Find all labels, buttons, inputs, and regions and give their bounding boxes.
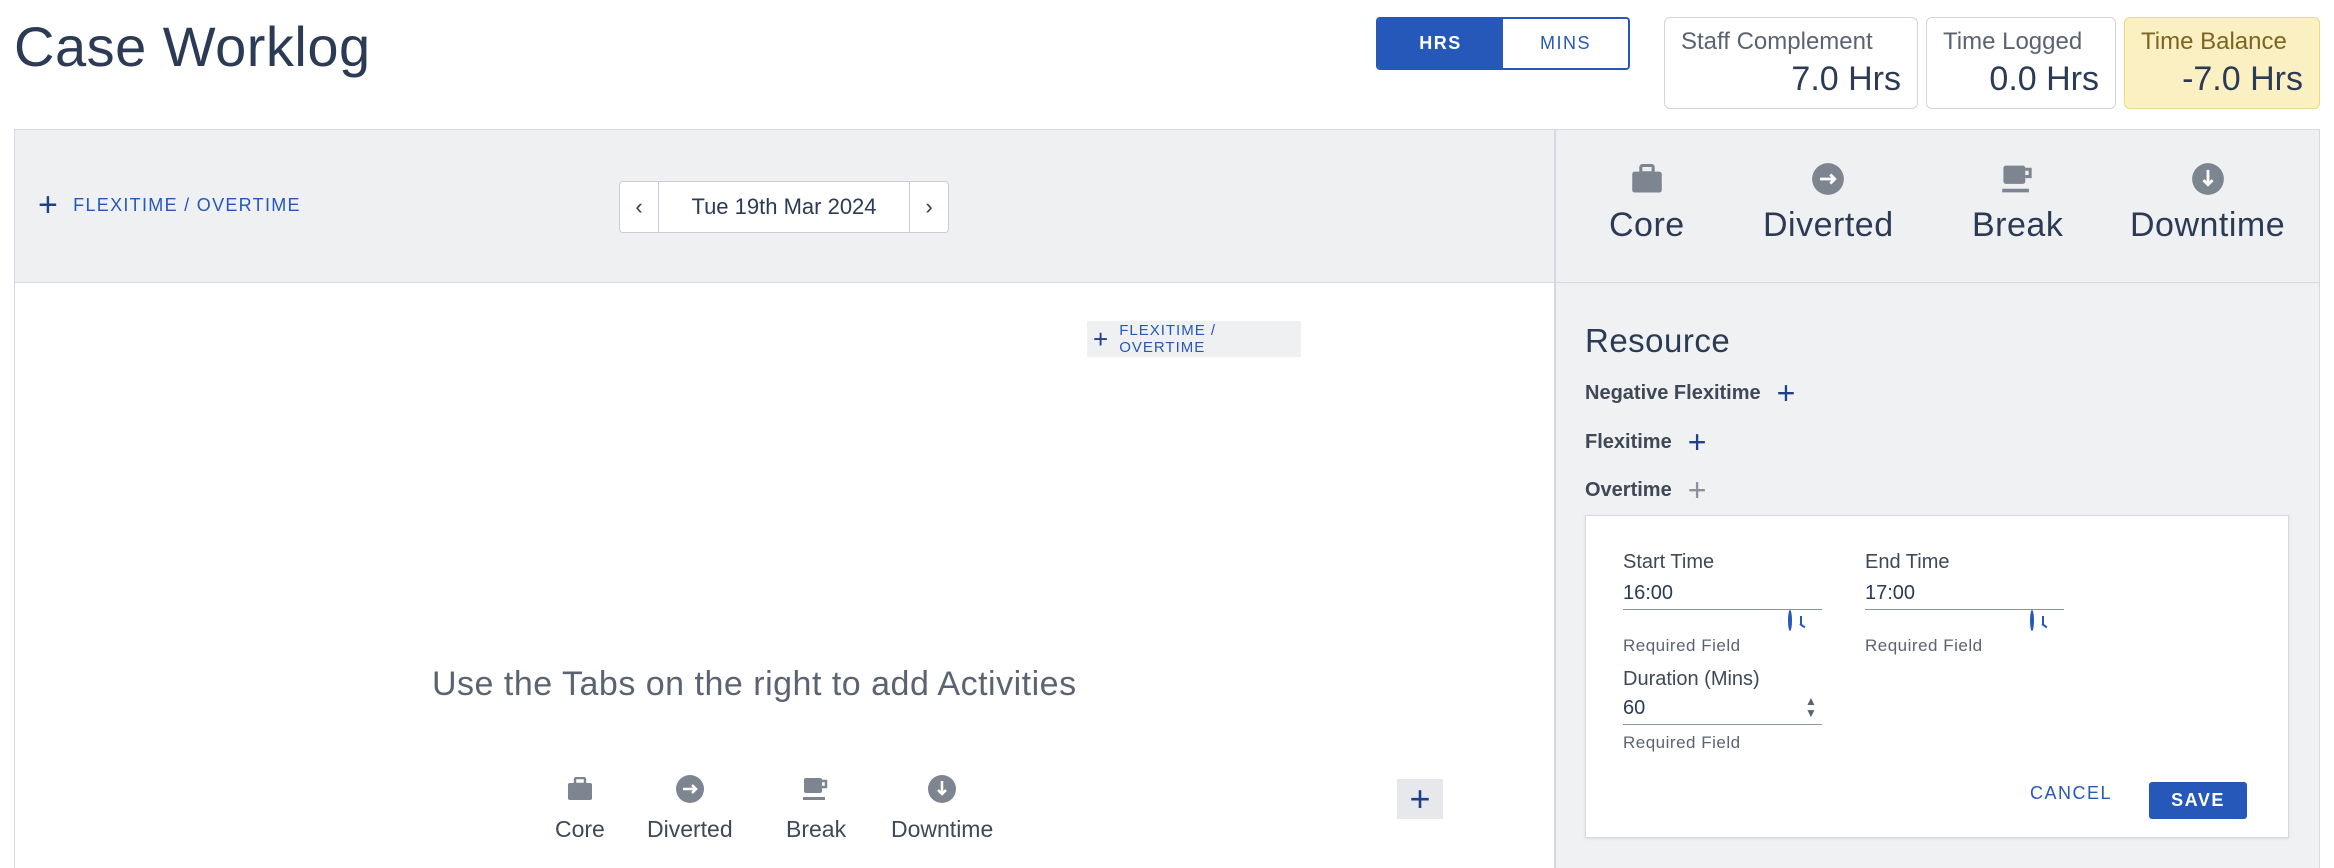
bottom-tab-diverted-label: Diverted	[647, 816, 733, 842]
inline-flexitime-label: FLEXITIME / OVERTIME	[1119, 322, 1217, 356]
add-flexitime-overtime-label: FLEXITIME / OVERTIME	[73, 194, 301, 215]
staff-complement-label: Staff Complement	[1681, 28, 1873, 55]
start-time-input[interactable]	[1623, 578, 1822, 610]
previous-date-button[interactable]: ‹	[620, 182, 658, 232]
end-time-field: End Time Required Field	[1865, 551, 2064, 656]
add-flexitime-overtime-link[interactable]: + FLEXITIME / OVERTIME	[38, 188, 301, 222]
time-logged-label: Time Logged	[1943, 28, 2083, 55]
unit-toggle: HRS MINS	[1376, 17, 1630, 70]
time-balance-card: Time Balance -7.0 Hrs	[2124, 17, 2320, 109]
staff-complement-value: 7.0 Hrs	[1791, 60, 1901, 98]
resource-overtime: Overtime +	[1585, 474, 1706, 506]
arrow-down-circle-icon	[2191, 162, 2225, 196]
stepper-icon[interactable]: ▲ ▼	[1805, 695, 1817, 719]
add-negative-flexitime-button[interactable]: +	[1777, 377, 1796, 409]
resource-flexitime-label: Flexitime	[1585, 430, 1672, 453]
duration-label: Duration (Mins)	[1623, 668, 1760, 690]
time-balance-value: -7.0 Hrs	[2182, 60, 2303, 98]
time-logged-card: Time Logged 0.0 Hrs	[1926, 17, 2116, 109]
duration-input[interactable]	[1623, 693, 1822, 725]
cancel-button[interactable]: CANCEL	[2030, 783, 2112, 804]
bottom-tab-diverted[interactable]: Diverted	[647, 772, 733, 843]
duration-help: Required Field	[1623, 733, 1741, 752]
add-overtime-button[interactable]: +	[1688, 474, 1707, 506]
add-flexitime-button[interactable]: +	[1688, 426, 1707, 458]
time-balance-label: Time Balance	[2141, 28, 2287, 55]
briefcase-icon	[563, 772, 597, 806]
chevron-left-icon: ‹	[635, 194, 643, 219]
staff-complement-card: Staff Complement 7.0 Hrs	[1664, 17, 1918, 109]
tab-break[interactable]: Break	[1972, 162, 2063, 245]
time-logged-value: 0.0 Hrs	[1989, 60, 2099, 98]
arrow-right-circle-icon	[1811, 162, 1845, 196]
tab-diverted[interactable]: Diverted	[1763, 162, 1894, 245]
resource-negative-flexitime: Negative Flexitime +	[1585, 377, 1795, 409]
selected-date[interactable]: Tue 19th Mar 2024	[658, 182, 910, 232]
tab-core[interactable]: Core	[1609, 162, 1685, 245]
start-time-label: Start Time	[1623, 551, 1715, 573]
resource-negative-flexitime-label: Negative Flexitime	[1585, 381, 1761, 404]
duration-field: Duration (Mins) ▲▼ Required Field	[1623, 668, 1822, 753]
end-time-label: End Time	[1865, 551, 1950, 573]
tab-core-label: Core	[1609, 206, 1685, 244]
bottom-tab-downtime[interactable]: Downtime	[891, 772, 993, 843]
bottom-tab-core[interactable]: Core	[555, 772, 605, 843]
next-date-button[interactable]: ›	[910, 182, 948, 232]
tab-diverted-label: Diverted	[1763, 206, 1894, 244]
tab-downtime[interactable]: Downtime	[2130, 162, 2285, 245]
inline-add-flexitime-button[interactable]: + FLEXITIME / OVERTIME	[1087, 321, 1301, 357]
coffee-cup-icon	[799, 772, 833, 806]
start-time-help: Required Field	[1623, 636, 1741, 655]
end-time-help: Required Field	[1865, 636, 1983, 655]
briefcase-icon	[1630, 162, 1664, 196]
start-time-field: Start Time Required Field	[1623, 551, 1822, 656]
add-activity-button[interactable]: +	[1397, 778, 1443, 819]
bottom-tab-downtime-label: Downtime	[891, 816, 994, 842]
plus-icon: +	[38, 186, 60, 224]
bottom-tab-core-label: Core	[555, 816, 605, 842]
page-title: Case Worklog	[14, 15, 371, 78]
hrs-toggle-button[interactable]: HRS	[1378, 19, 1503, 68]
arrow-right-circle-icon	[673, 772, 707, 806]
coffee-cup-icon	[2001, 162, 2035, 196]
clock-icon[interactable]	[1788, 610, 1792, 631]
arrow-down-circle-icon	[925, 772, 959, 806]
empty-state-message: Use the Tabs on the right to add Activit…	[432, 665, 1077, 703]
tab-downtime-label: Downtime	[2130, 206, 2286, 244]
resource-title: Resource	[1585, 322, 1731, 359]
save-button[interactable]: SAVE	[2149, 782, 2247, 819]
end-time-input[interactable]	[1865, 578, 2064, 610]
plus-icon: +	[1409, 778, 1431, 819]
mins-toggle-button[interactable]: MINS	[1503, 19, 1628, 68]
clock-icon[interactable]	[2030, 610, 2034, 631]
resource-overtime-label: Overtime	[1585, 478, 1672, 501]
tab-break-label: Break	[1972, 206, 2064, 244]
plus-icon: +	[1093, 324, 1110, 354]
resource-flexitime: Flexitime +	[1585, 426, 1706, 458]
bottom-tab-break[interactable]: Break	[786, 772, 846, 843]
chevron-right-icon: ›	[925, 194, 933, 219]
bottom-tab-break-label: Break	[786, 816, 847, 842]
date-picker: ‹ Tue 19th Mar 2024 ›	[619, 181, 949, 233]
